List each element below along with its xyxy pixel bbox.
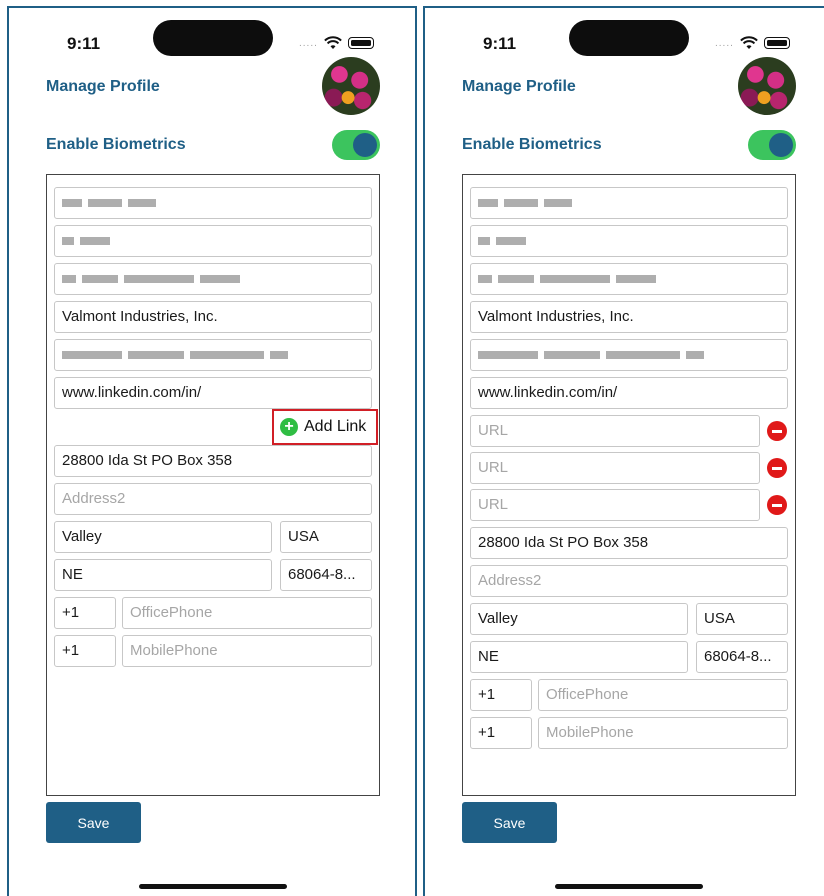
last-name-field[interactable] xyxy=(470,225,788,257)
office-country-code[interactable]: +1 xyxy=(54,597,116,629)
wifi-icon xyxy=(324,36,342,49)
add-link-button[interactable]: + Add Link xyxy=(272,409,378,445)
page-title: Manage Profile xyxy=(46,78,160,95)
url-field[interactable]: URL xyxy=(470,489,760,521)
dynamic-island xyxy=(569,20,689,56)
toggle-knob xyxy=(353,133,377,157)
signal-dots-icon: ..... xyxy=(715,37,734,49)
state-field[interactable]: NE xyxy=(54,559,272,591)
biometrics-label: Enable Biometrics xyxy=(46,136,186,153)
country-field[interactable]: USA xyxy=(696,603,788,635)
battery-icon xyxy=(763,37,790,49)
office-phone-field[interactable]: OfficePhone xyxy=(122,597,372,629)
address2-field[interactable]: Address2 xyxy=(470,565,788,597)
zip-field[interactable]: 68064-8... xyxy=(696,641,788,673)
title-field[interactable] xyxy=(54,339,372,371)
status-icons: ..... xyxy=(299,36,374,50)
save-button[interactable]: Save xyxy=(46,802,141,843)
wifi-icon xyxy=(740,36,758,49)
url-field[interactable]: URL xyxy=(470,452,760,484)
state-field[interactable]: NE xyxy=(470,641,688,673)
linkedin-field[interactable]: www.linkedin.com/in/ xyxy=(54,377,372,409)
linkedin-field[interactable]: www.linkedin.com/in/ xyxy=(470,377,788,409)
home-indicator[interactable] xyxy=(555,884,703,889)
avatar[interactable] xyxy=(738,57,796,115)
address1-field[interactable]: 28800 Ida St PO Box 358 xyxy=(54,445,372,477)
biometrics-toggle[interactable] xyxy=(332,130,380,160)
email-field[interactable] xyxy=(470,263,788,295)
city-field[interactable]: Valley xyxy=(54,521,272,553)
home-indicator[interactable] xyxy=(139,884,287,889)
add-link-label: Add Link xyxy=(304,418,367,435)
biometrics-toggle[interactable] xyxy=(748,130,796,160)
office-country-code[interactable]: +1 xyxy=(470,679,532,711)
remove-link-icon[interactable] xyxy=(767,458,787,478)
mobile-country-code[interactable]: +1 xyxy=(470,717,532,749)
avatar[interactable] xyxy=(322,57,380,115)
office-phone-field[interactable]: OfficePhone xyxy=(538,679,788,711)
status-time: 9:11 xyxy=(483,34,517,53)
dynamic-island xyxy=(153,20,273,56)
first-name-field[interactable] xyxy=(54,187,372,219)
zip-field[interactable]: 68064-8... xyxy=(280,559,372,591)
toggle-knob xyxy=(769,133,793,157)
mobile-phone-field[interactable]: MobilePhone xyxy=(538,717,788,749)
profile-form: Valmont Industries, Inc. www.linkedin.co… xyxy=(46,174,380,796)
status-icons: ..... xyxy=(715,36,790,50)
battery-icon xyxy=(347,37,374,49)
remove-link-icon[interactable] xyxy=(767,421,787,441)
mobile-phone-field[interactable]: MobilePhone xyxy=(122,635,372,667)
phone-screen-before: 9:11 ..... Manage Profile Enable Biometr… xyxy=(7,6,417,896)
phone-screen-after: 9:11 ..... Manage Profile Enable Biometr… xyxy=(423,6,824,896)
address1-field[interactable]: 28800 Ida St PO Box 358 xyxy=(470,527,788,559)
first-name-field[interactable] xyxy=(470,187,788,219)
last-name-field[interactable] xyxy=(54,225,372,257)
page-title: Manage Profile xyxy=(462,78,576,95)
email-field[interactable] xyxy=(54,263,372,295)
address2-field[interactable]: Address2 xyxy=(54,483,372,515)
url-field[interactable]: URL xyxy=(470,415,760,447)
plus-circle-icon: + xyxy=(280,418,298,436)
company-field[interactable]: Valmont Industries, Inc. xyxy=(54,301,372,333)
mobile-country-code[interactable]: +1 xyxy=(54,635,116,667)
remove-link-icon[interactable] xyxy=(767,495,787,515)
signal-dots-icon: ..... xyxy=(299,37,318,49)
save-button[interactable]: Save xyxy=(462,802,557,843)
city-field[interactable]: Valley xyxy=(470,603,688,635)
status-time: 9:11 xyxy=(67,34,101,53)
company-field[interactable]: Valmont Industries, Inc. xyxy=(470,301,788,333)
biometrics-label: Enable Biometrics xyxy=(462,136,602,153)
country-field[interactable]: USA xyxy=(280,521,372,553)
profile-form: Valmont Industries, Inc. www.linkedin.co… xyxy=(462,174,796,796)
title-field[interactable] xyxy=(470,339,788,371)
